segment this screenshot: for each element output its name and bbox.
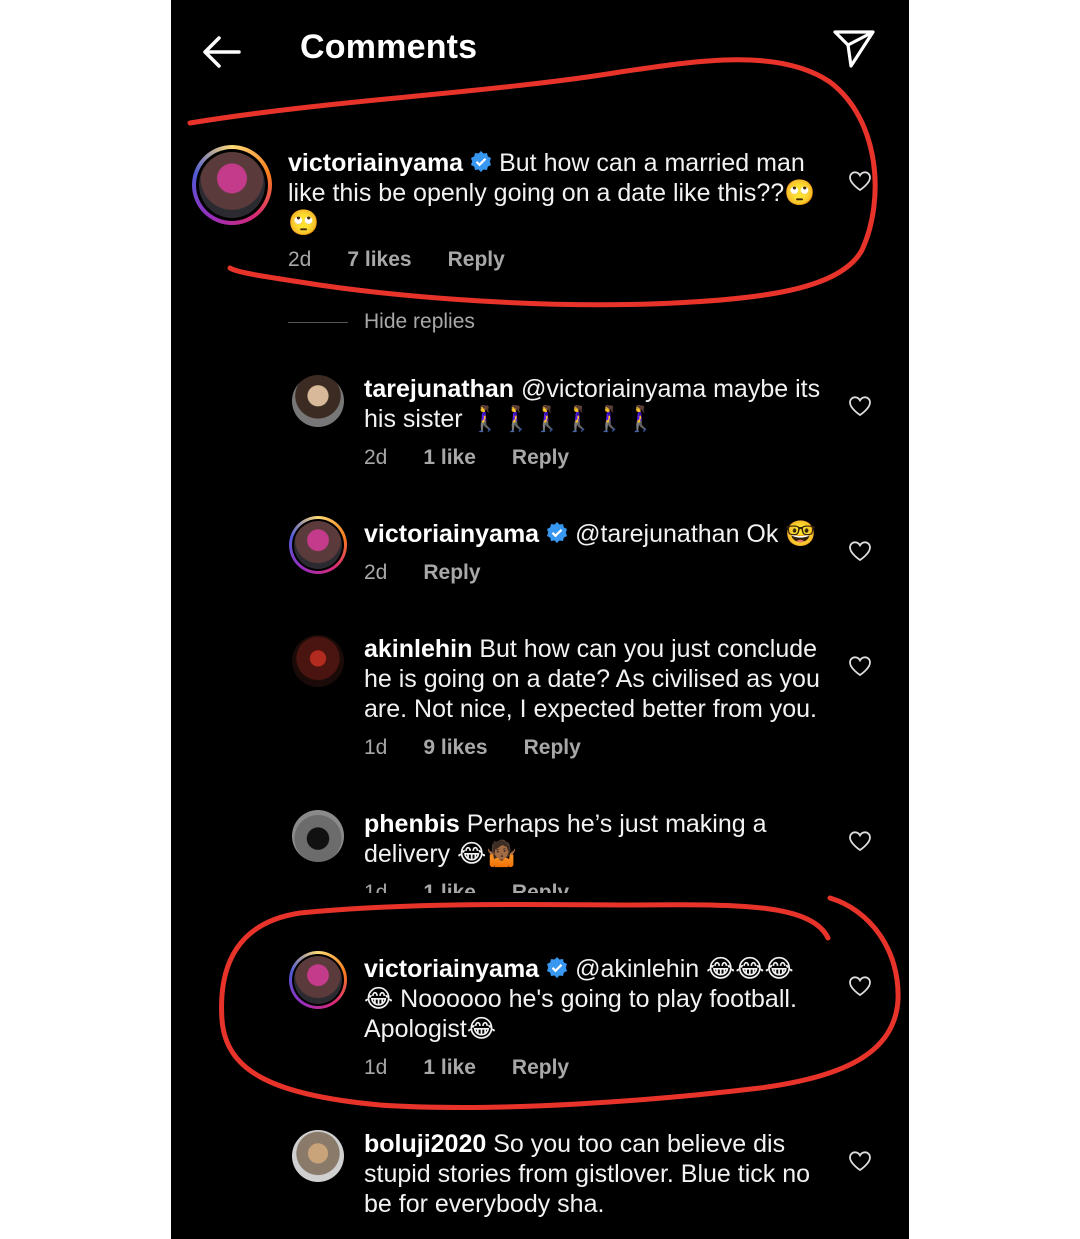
timestamp: 2d xyxy=(288,248,312,271)
likes-count[interactable]: 1 like xyxy=(423,1056,476,1079)
timestamp: 1d xyxy=(364,1056,388,1079)
verified-badge-icon xyxy=(545,521,569,545)
likes-count[interactable]: 1 like xyxy=(423,446,476,469)
avatar[interactable] xyxy=(292,1130,344,1182)
reply-item: phenbis Perhaps he’s just making a deliv… xyxy=(171,800,909,900)
username[interactable]: phenbis xyxy=(364,810,460,838)
verified-badge-icon xyxy=(469,150,493,174)
username[interactable]: victoriainyama xyxy=(364,520,539,548)
direct-send-icon[interactable] xyxy=(831,26,877,72)
username[interactable]: boluji2020 xyxy=(364,1130,486,1158)
heart-icon[interactable] xyxy=(848,975,872,997)
username[interactable]: tarejunathan xyxy=(364,375,514,403)
avatar[interactable] xyxy=(292,810,344,862)
username[interactable]: victoriainyama xyxy=(288,149,463,177)
reply-button[interactable]: Reply xyxy=(512,1056,569,1079)
comment-text: victoriainyama But how can a married man … xyxy=(288,149,816,237)
comment-text: victoriainyama @akinlehin 😂😂😂 😂 Noooooo h… xyxy=(364,955,797,1043)
reply-button[interactable]: Reply xyxy=(524,736,581,759)
timestamp: 2d xyxy=(364,561,388,584)
comment-text: boluji2020 So you too can believe dis st… xyxy=(364,1130,811,1218)
reply-button[interactable]: Reply xyxy=(448,248,505,271)
comment-text: victoriainyama @tarejunathan Ok 🤓 xyxy=(364,520,817,548)
username[interactable]: victoriainyama xyxy=(364,955,539,983)
verified-badge-icon xyxy=(545,956,569,980)
comment-meta: 2d 7 likes Reply xyxy=(288,248,541,272)
comment-text: akinlehin But how can you just conclude … xyxy=(364,635,820,723)
reply-button[interactable]: Reply xyxy=(423,561,480,584)
avatar[interactable] xyxy=(292,375,344,427)
heart-icon[interactable] xyxy=(848,655,872,677)
likes-count[interactable]: 9 likes xyxy=(423,736,487,759)
reply-item: tarejunathan @victoriainyama maybe its h… xyxy=(171,365,909,475)
reply-item: akinlehin But how can you just conclude … xyxy=(171,625,909,765)
comment-meta: 2d Reply xyxy=(364,561,517,585)
avatar[interactable] xyxy=(289,951,347,1009)
comment-text: tarejunathan @victoriainyama maybe its h… xyxy=(364,375,821,433)
comments-screen: Comments victoriainyama But how can a mar… xyxy=(171,0,909,1239)
reply-item: victoriainyama @tarejunathan Ok 🤓 2d Reply xyxy=(171,510,909,590)
heart-icon[interactable] xyxy=(848,830,872,852)
heart-icon[interactable] xyxy=(848,540,872,562)
avatar[interactable] xyxy=(289,516,347,574)
heart-icon[interactable] xyxy=(848,170,872,192)
heart-icon[interactable] xyxy=(848,395,872,417)
timestamp: 2d xyxy=(364,446,388,469)
comment-meta: 2d 1 like Reply xyxy=(364,446,605,470)
username[interactable]: akinlehin xyxy=(364,635,472,663)
likes-count[interactable]: 7 likes xyxy=(347,248,411,271)
hide-replies-button[interactable]: Hide replies xyxy=(364,310,475,334)
back-arrow-icon[interactable] xyxy=(199,30,243,74)
divider xyxy=(288,322,348,323)
comment-meta: 1d 1 like Reply xyxy=(364,1056,605,1080)
reply-item: victoriainyama @akinlehin 😂😂😂 😂 Noooooo h… xyxy=(171,945,909,1085)
reply-button[interactable]: Reply xyxy=(512,881,569,893)
likes-count[interactable]: 1 like xyxy=(423,881,476,893)
reply-item: boluji2020 So you too can believe dis st… xyxy=(171,1120,909,1239)
avatar[interactable] xyxy=(292,635,344,687)
timestamp: 1d xyxy=(364,881,388,893)
timestamp: 1d xyxy=(364,736,388,759)
header: Comments xyxy=(171,0,909,100)
comment-text: phenbis Perhaps he’s just making a deliv… xyxy=(364,810,767,868)
page-title: Comments xyxy=(300,28,478,66)
comment-item: victoriainyama But how can a married man … xyxy=(171,140,909,280)
heart-icon[interactable] xyxy=(848,1150,872,1172)
avatar[interactable] xyxy=(192,145,272,225)
comment-meta: 1d 1 like Reply xyxy=(364,881,605,893)
comment-meta: 1d 9 likes Reply xyxy=(364,736,617,760)
reply-button[interactable]: Reply xyxy=(512,446,569,469)
